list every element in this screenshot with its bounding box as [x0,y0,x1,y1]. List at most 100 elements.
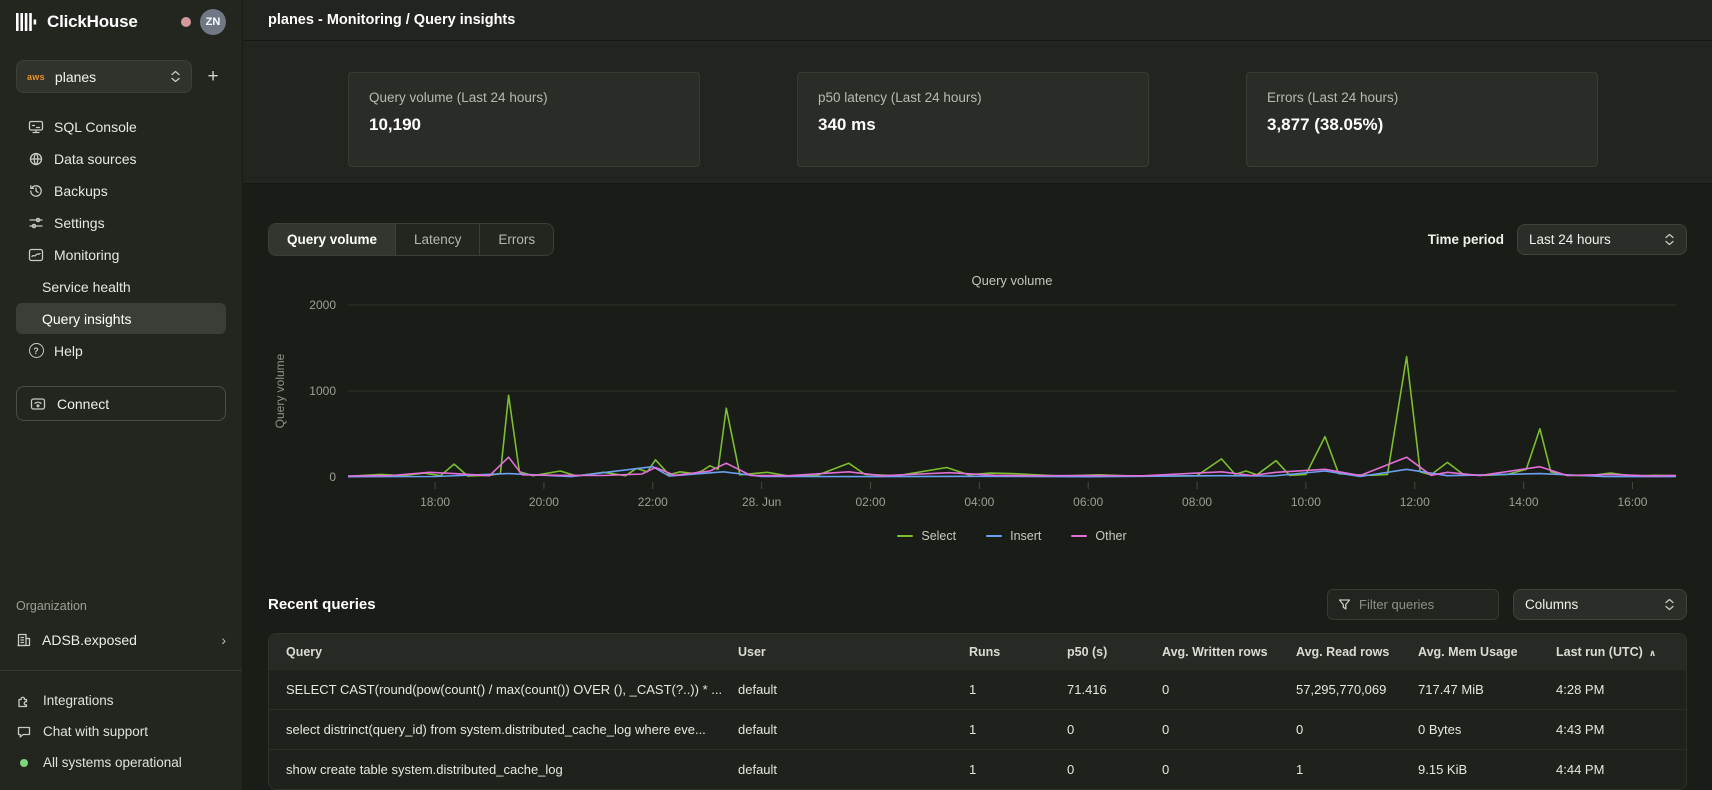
metric-value: 10,190 [369,115,679,135]
tab-query-volume[interactable]: Query volume [269,224,395,255]
table-cell: 71.416 [1067,682,1162,697]
table-cell: 0 [1296,722,1418,737]
brand-title: ClickHouse [47,12,138,32]
table-cell: 717.47 MiB [1418,682,1556,697]
metric-label: Query volume (Last 24 hours) [369,90,679,105]
legend-item-select[interactable]: Select [897,529,956,543]
column-header[interactable]: p50 (s) [1067,645,1162,659]
table-cell: 0 [1162,762,1296,777]
sliders-icon [28,215,44,231]
time-period-select[interactable]: Last 24 hours [1517,224,1687,255]
sidebar-item-label: Data sources [54,151,136,167]
columns-select[interactable]: Columns [1513,589,1687,620]
globe-icon [28,151,44,167]
funnel-icon [1338,598,1351,611]
column-header[interactable]: Runs [969,645,1067,659]
svg-text:10:00: 10:00 [1291,495,1321,509]
table-cell: 0 [1162,722,1296,737]
sidebar-item-integrations[interactable]: Integrations [16,685,226,716]
metrics-band: Query volume (Last 24 hours) 10,190 p50 … [243,41,1712,184]
svg-text:08:00: 08:00 [1182,495,1212,509]
connect-button[interactable]: Connect [16,386,226,421]
column-header[interactable]: User [738,645,969,659]
chevron-updown-icon [170,70,181,83]
metric-value: 3,877 (38.05%) [1267,115,1577,135]
chevron-right-icon: › [221,632,226,648]
legend-swatch [897,535,913,538]
organization-item[interactable]: ADSB.exposed › [16,625,226,655]
console-icon [28,119,44,135]
table-cell: 4:28 PM [1556,682,1686,697]
service-selector[interactable]: aws planes [16,60,192,93]
connect-label: Connect [57,396,109,412]
sidebar-item-label: Service health [42,279,131,295]
table-cell: 57,295,770,069 [1296,682,1418,697]
status-label: All systems operational [43,755,182,770]
svg-text:06:00: 06:00 [1073,495,1103,509]
svg-text:Query volume: Query volume [273,353,287,428]
legend-item-insert[interactable]: Insert [986,529,1041,543]
table-cell: 4:43 PM [1556,722,1686,737]
table-row[interactable]: show create table system.distributed_cac… [269,749,1686,789]
svg-text:1000: 1000 [309,384,336,398]
sidebar-item-query-insights[interactable]: Query insights [16,303,226,334]
filter-queries-input[interactable] [1359,597,1479,612]
history-icon [28,183,44,199]
help-icon: ? [28,343,44,358]
table-cell: 0 [1067,762,1162,777]
system-status[interactable]: All systems operational [16,747,226,778]
column-header[interactable]: Query [269,645,738,659]
tab-errors[interactable]: Errors [479,224,553,255]
legend-label: Select [921,529,956,543]
sidebar-item-data-sources[interactable]: Data sources [16,143,226,174]
aws-icon: aws [27,72,45,82]
filter-queries-box[interactable] [1327,589,1499,620]
table-cell: default [738,722,969,737]
svg-text:02:00: 02:00 [855,495,885,509]
sidebar-item-monitoring[interactable]: Monitoring [16,239,226,270]
recent-queries-title: Recent queries [268,596,376,613]
svg-text:12:00: 12:00 [1400,495,1430,509]
table-row[interactable]: select distrinct(query_id) from system.d… [269,709,1686,749]
table-header: QueryUserRunsp50 (s)Avg. Written rowsAvg… [269,634,1686,669]
chart-icon [28,247,44,263]
avatar[interactable]: ZN [200,9,226,35]
table-cell: 1 [969,762,1067,777]
sidebar-item-sql-console[interactable]: SQL Console [16,111,226,142]
main-area: planes - Monitoring / Query insights Que… [243,0,1712,790]
tab-latency[interactable]: Latency [395,224,479,255]
column-header[interactable]: Avg. Read rows [1296,645,1418,659]
content: Query volume Latency Errors Time period … [243,184,1712,790]
sidebar-item-help[interactable]: ? Help [16,335,226,366]
table-cell: 0 Bytes [1418,722,1556,737]
columns-label: Columns [1525,597,1578,612]
page-title: planes - Monitoring / Query insights [268,12,515,28]
table-cell: 1 [969,722,1067,737]
table-row[interactable]: SELECT CAST(round(pow(count() / max(coun… [269,669,1686,709]
status-ok-icon [16,759,32,767]
service-name: planes [55,69,160,85]
legend-item-other[interactable]: Other [1071,529,1126,543]
sidebar-item-chat-support[interactable]: Chat with support [16,716,226,747]
table-cell: 0 [1067,722,1162,737]
recent-queries-table: QueryUserRunsp50 (s)Avg. Written rowsAvg… [268,633,1687,790]
column-header[interactable]: Avg. Mem Usage [1418,645,1556,659]
column-header[interactable]: Last run (UTC)∧ [1556,645,1686,659]
table-cell: SELECT CAST(round(pow(count() / max(coun… [269,682,738,697]
sidebar-item-settings[interactable]: Settings [16,207,226,238]
organization-section-label: Organization [16,599,226,613]
puzzle-icon [16,693,32,709]
time-period-value: Last 24 hours [1529,232,1611,247]
sidebar-nav: SQL Console Data sources Backups Setting… [16,111,226,367]
table-cell: 1 [969,682,1067,697]
legend-swatch [1071,535,1087,538]
sidebar-item-service-health[interactable]: Service health [16,271,226,302]
svg-text:18:00: 18:00 [420,495,450,509]
table-cell: select distrinct(query_id) from system.d… [269,722,738,737]
column-header[interactable]: Avg. Written rows [1162,645,1296,659]
table-cell: 1 [1296,762,1418,777]
chevron-updown-icon [1664,598,1675,611]
chevron-updown-icon [1664,233,1675,246]
add-service-button[interactable]: + [200,64,226,90]
sidebar-item-backups[interactable]: Backups [16,175,226,206]
